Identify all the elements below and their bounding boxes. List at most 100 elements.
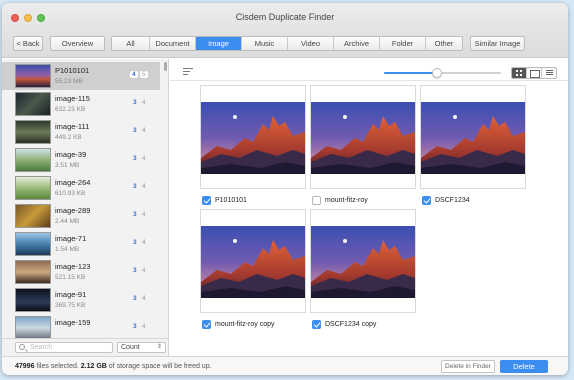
search-input[interactable]: Search [15,342,113,353]
image-preview-frame[interactable] [420,85,526,189]
files-count: 47996 [15,363,35,370]
group-name: image-123 [55,262,91,271]
thumbnail-image [15,288,51,312]
thumbnail-image [15,316,51,338]
list-item[interactable]: image-264 610.93 KB 3 4 [2,174,160,202]
select-checkbox[interactable] [202,196,211,205]
selected-count: 3 [133,323,137,330]
delete-button[interactable]: Delete [500,360,548,373]
selected-count: 3 [133,239,137,246]
thumbnail-image [15,148,51,172]
back-button[interactable]: < Back [13,36,43,51]
chevron-updown-icon: ⇕ [156,344,162,350]
total-count: 4 [142,239,146,246]
total-count: 5 [140,71,148,78]
tab-music[interactable]: Music [242,37,288,50]
selected-count: 3 [133,267,137,274]
total-count: 4 [142,267,146,274]
storage-amount: 2.12 GB [80,363,107,370]
sort-value: Count [121,344,140,351]
image-name: DSCF1234 copy [325,321,377,328]
image-preview [201,226,305,298]
sort-dropdown[interactable]: Count ⇕ [117,342,166,353]
grid-view-icon[interactable] [512,68,527,78]
tab-all[interactable]: All [112,37,150,50]
app-window: Cisdem Duplicate Finder < Back Overview … [2,3,568,375]
group-name: image-264 [55,178,91,187]
zoom-slider-knob[interactable] [431,68,442,78]
list-item[interactable]: image-39 3.51 MB 3 4 [2,146,160,174]
thumbnail-image [15,120,51,144]
selected-count: 3 [133,295,137,302]
group-size: 2.44 MB [55,218,80,225]
zoom-slider[interactable] [384,68,501,78]
thumbnail-image [15,260,51,284]
list-item[interactable]: image-71 1.54 MB 3 4 [2,230,160,258]
window-title: Cisdem Duplicate Finder [235,12,335,22]
group-name: image-115 [55,94,90,103]
view-mode-toggle [511,67,557,79]
selected-count: 3 [133,127,137,134]
list-item[interactable]: image-111 449.2 KB 3 4 [2,118,160,146]
filter-icon[interactable] [183,68,193,75]
overview-button[interactable]: Overview [50,36,105,51]
group-size: 1.54 MB [55,246,80,253]
image-preview-frame[interactable] [310,209,416,313]
thumbnail-image [15,232,51,256]
list-item[interactable]: P1010101 55.23 MB 4 5 [2,62,160,90]
card-view-icon[interactable] [527,68,542,78]
group-name: image-159 [55,318,91,327]
files-text: files selected. [34,363,81,370]
tab-document[interactable]: Document [150,37,196,50]
image-card[interactable]: mount-fitz-roy [310,85,416,205]
selected-count: 3 [133,155,137,162]
selected-count: 3 [133,99,137,106]
search-placeholder: Search [30,344,53,351]
total-count: 4 [142,211,146,218]
delete-in-finder-button[interactable]: Delete in Finder [441,360,495,373]
selected-count: 3 [133,183,137,190]
group-name: image-39 [55,150,87,159]
image-name: DSCF1234 [435,197,470,204]
select-checkbox[interactable] [202,320,211,329]
group-size: 632.23 KB [55,106,86,113]
similar-image-button[interactable]: Similar Image [470,36,525,51]
tab-image[interactable]: Image [196,37,242,50]
tab-other[interactable]: Other [426,37,462,50]
group-size: 3.51 MB [55,162,80,169]
image-preview-frame[interactable] [310,85,416,189]
tab-archive[interactable]: Archive [334,37,380,50]
group-name: P1010101 [55,66,90,75]
image-card[interactable]: P1010101 [200,85,306,205]
image-card[interactable]: mount-fitz-roy copy [200,209,306,329]
list-item[interactable]: image-115 632.23 KB 3 4 [2,90,160,118]
image-preview-frame[interactable] [200,209,306,313]
group-size: 369.75 KB [55,302,86,309]
group-name: image-91 [55,290,87,299]
image-card[interactable]: DSCF1234 [420,85,526,205]
select-checkbox[interactable] [312,320,321,329]
zoom-slider-fill [384,72,437,74]
list-view-icon[interactable] [542,68,556,78]
tab-video[interactable]: Video [288,37,334,50]
thumbnail-image [15,64,51,88]
select-checkbox[interactable] [312,196,321,205]
total-count: 4 [142,155,146,162]
selected-count: 4 [130,71,138,78]
image-preview-frame[interactable] [200,85,306,189]
total-count: 4 [142,323,146,330]
image-preview [311,102,415,174]
list-scrollbar[interactable] [162,59,168,75]
list-item[interactable]: image-91 369.75 KB 3 4 [2,286,160,314]
image-name: P1010101 [215,197,247,204]
select-checkbox[interactable] [422,196,431,205]
storage-text: of storage space will be freed up. [106,363,212,370]
image-preview [421,102,525,174]
image-label: mount-fitz-roy [312,195,368,206]
list-item[interactable]: image-289 2.44 MB 3 4 [2,202,160,230]
image-card[interactable]: DSCF1234 copy [310,209,416,329]
tab-folder[interactable]: Folder [380,37,426,50]
list-item[interactable]: image-159 3 4 [2,314,160,338]
list-item[interactable]: image-123 521.15 KB 3 4 [2,258,160,286]
total-count: 4 [142,99,146,106]
